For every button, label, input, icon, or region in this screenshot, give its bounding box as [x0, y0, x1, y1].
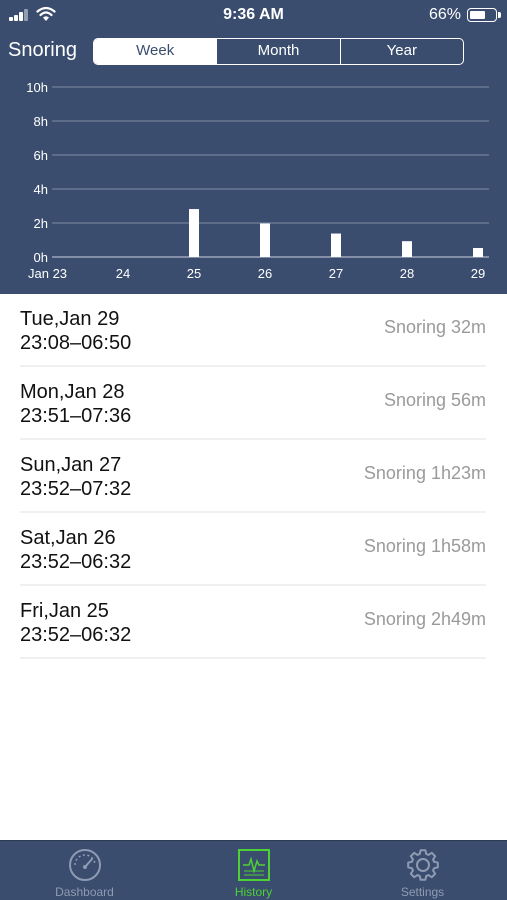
record-snoring-duration: Snoring 56m — [383, 390, 486, 410]
list-item[interactable]: Sun,Jan 27 23:52–07:32 Snoring 1h23m — [20, 440, 486, 513]
x-tick-label: Jan 23 — [28, 266, 67, 281]
y-tick-label: 10h — [26, 80, 48, 95]
record-time-range: 23:08–06:50 — [20, 332, 132, 354]
x-tick-label: 28 — [400, 266, 414, 281]
status-bar: 9:36 AM 66% — [0, 0, 507, 30]
record-day: Mon,Jan 28 — [20, 381, 125, 403]
chart-bar — [331, 233, 341, 257]
tab-settings-label: Settings — [400, 885, 445, 899]
list-item[interactable]: Tue,Jan 29 23:08–06:50 Snoring 32m — [20, 294, 486, 367]
tab-month[interactable]: Month — [216, 39, 339, 64]
y-tick-label: 4h — [34, 182, 48, 197]
record-time-range: 23:52–07:32 — [20, 478, 132, 500]
record-day: Sat,Jan 26 — [20, 527, 116, 549]
record-snoring-duration: Snoring 1h23m — [363, 463, 486, 483]
y-tick-label: 0h — [34, 250, 48, 265]
list-item[interactable]: Mon,Jan 28 23:51–07:36 Snoring 56m — [20, 367, 486, 440]
list-item[interactable]: Sat,Jan 26 23:52–06:32 Snoring 1h58m — [20, 513, 486, 586]
record-time-range: 23:51–07:36 — [20, 405, 132, 427]
y-tick-label: 8h — [34, 114, 48, 129]
speedometer-icon — [69, 849, 101, 881]
record-snoring-duration: Snoring 2h49m — [363, 609, 486, 629]
page-title: Snoring — [8, 39, 77, 61]
x-tick-label: 26 — [258, 266, 272, 281]
gear-icon — [407, 849, 439, 881]
chart-bar — [260, 223, 270, 257]
x-tick-label: 24 — [116, 266, 130, 281]
tab-week[interactable]: Week — [94, 39, 217, 64]
record-day: Tue,Jan 29 — [20, 308, 120, 330]
y-tick-label: 6h — [34, 148, 48, 163]
battery-percentage: 66% — [428, 6, 461, 23]
record-time-range: 23:52–06:32 — [20, 624, 132, 646]
list-item[interactable]: Fri,Jan 25 23:52–06:32 Snoring 2h49m — [20, 586, 486, 659]
tab-history-label: History — [234, 885, 273, 899]
record-snoring-duration: Snoring 32m — [383, 317, 486, 337]
chart-canvas: 0h 2h 4h 6h 8h 10h Jan 23 24 25 26 27 28 29 — [26, 80, 489, 281]
tab-history[interactable]: History — [169, 841, 338, 900]
record-day: Sun,Jan 27 — [20, 454, 122, 476]
header-panel: 9:36 AM 66% Snoring Week Month Year 0h 2h… — [0, 0, 507, 294]
tab-dashboard-label: Dashboard — [55, 885, 114, 899]
bottom-tab-bar: Dashboard History Settings — [0, 840, 507, 900]
chart-bar — [473, 247, 483, 257]
tab-settings[interactable]: Settings — [338, 841, 507, 900]
battery-icon — [467, 8, 501, 22]
history-chart-icon — [238, 849, 270, 881]
period-segmented-control: Week Month Year — [93, 38, 464, 65]
tab-year[interactable]: Year — [339, 39, 463, 64]
record-time-range: 23:52–06:32 — [20, 551, 132, 573]
chart-bar — [402, 241, 412, 257]
history-list: Tue,Jan 29 23:08–06:50 Snoring 32m Mon,J… — [20, 294, 486, 659]
x-tick-label: 27 — [329, 266, 343, 281]
snoring-bar-chart: 0h 2h 4h 6h 8h 10h Jan 23 24 25 26 27 28 29 — [0, 70, 507, 294]
record-snoring-duration: Snoring 1h58m — [363, 536, 486, 556]
x-tick-label: 25 — [187, 266, 201, 281]
y-tick-label: 2h — [34, 216, 48, 231]
chart-bar — [189, 209, 199, 257]
tab-dashboard[interactable]: Dashboard — [0, 841, 169, 900]
x-tick-label: 29 — [471, 266, 485, 281]
record-day: Fri,Jan 25 — [20, 600, 109, 622]
